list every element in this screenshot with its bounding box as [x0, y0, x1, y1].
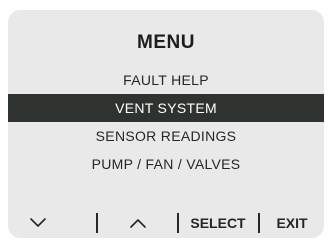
up-button[interactable] [120, 210, 156, 236]
menu-list: FAULT HELP VENT SYSTEM SENSOR READINGS P… [8, 66, 324, 178]
chevron-down-icon [30, 218, 46, 227]
down-button[interactable] [20, 210, 56, 236]
menu-item-vent-system[interactable]: VENT SYSTEM [8, 94, 324, 122]
chevron-up-icon [130, 219, 146, 228]
exit-button[interactable]: EXIT [266, 210, 318, 236]
menu-title: MENU [137, 32, 195, 53]
softkey-divider [258, 213, 260, 233]
select-button[interactable]: SELECT [181, 210, 255, 236]
softkey-divider [96, 213, 98, 233]
display-screen: MENU FAULT HELP VENT SYSTEM SENSOR READI… [8, 10, 324, 238]
softkey-divider [177, 213, 179, 233]
menu-item-fault-help[interactable]: FAULT HELP [8, 66, 324, 94]
softkey-bar: SELECT EXIT [8, 210, 324, 236]
menu-item-sensor-readings[interactable]: SENSOR READINGS [8, 122, 324, 150]
menu-item-pump-fan-valves[interactable]: PUMP / FAN / VALVES [8, 150, 324, 178]
